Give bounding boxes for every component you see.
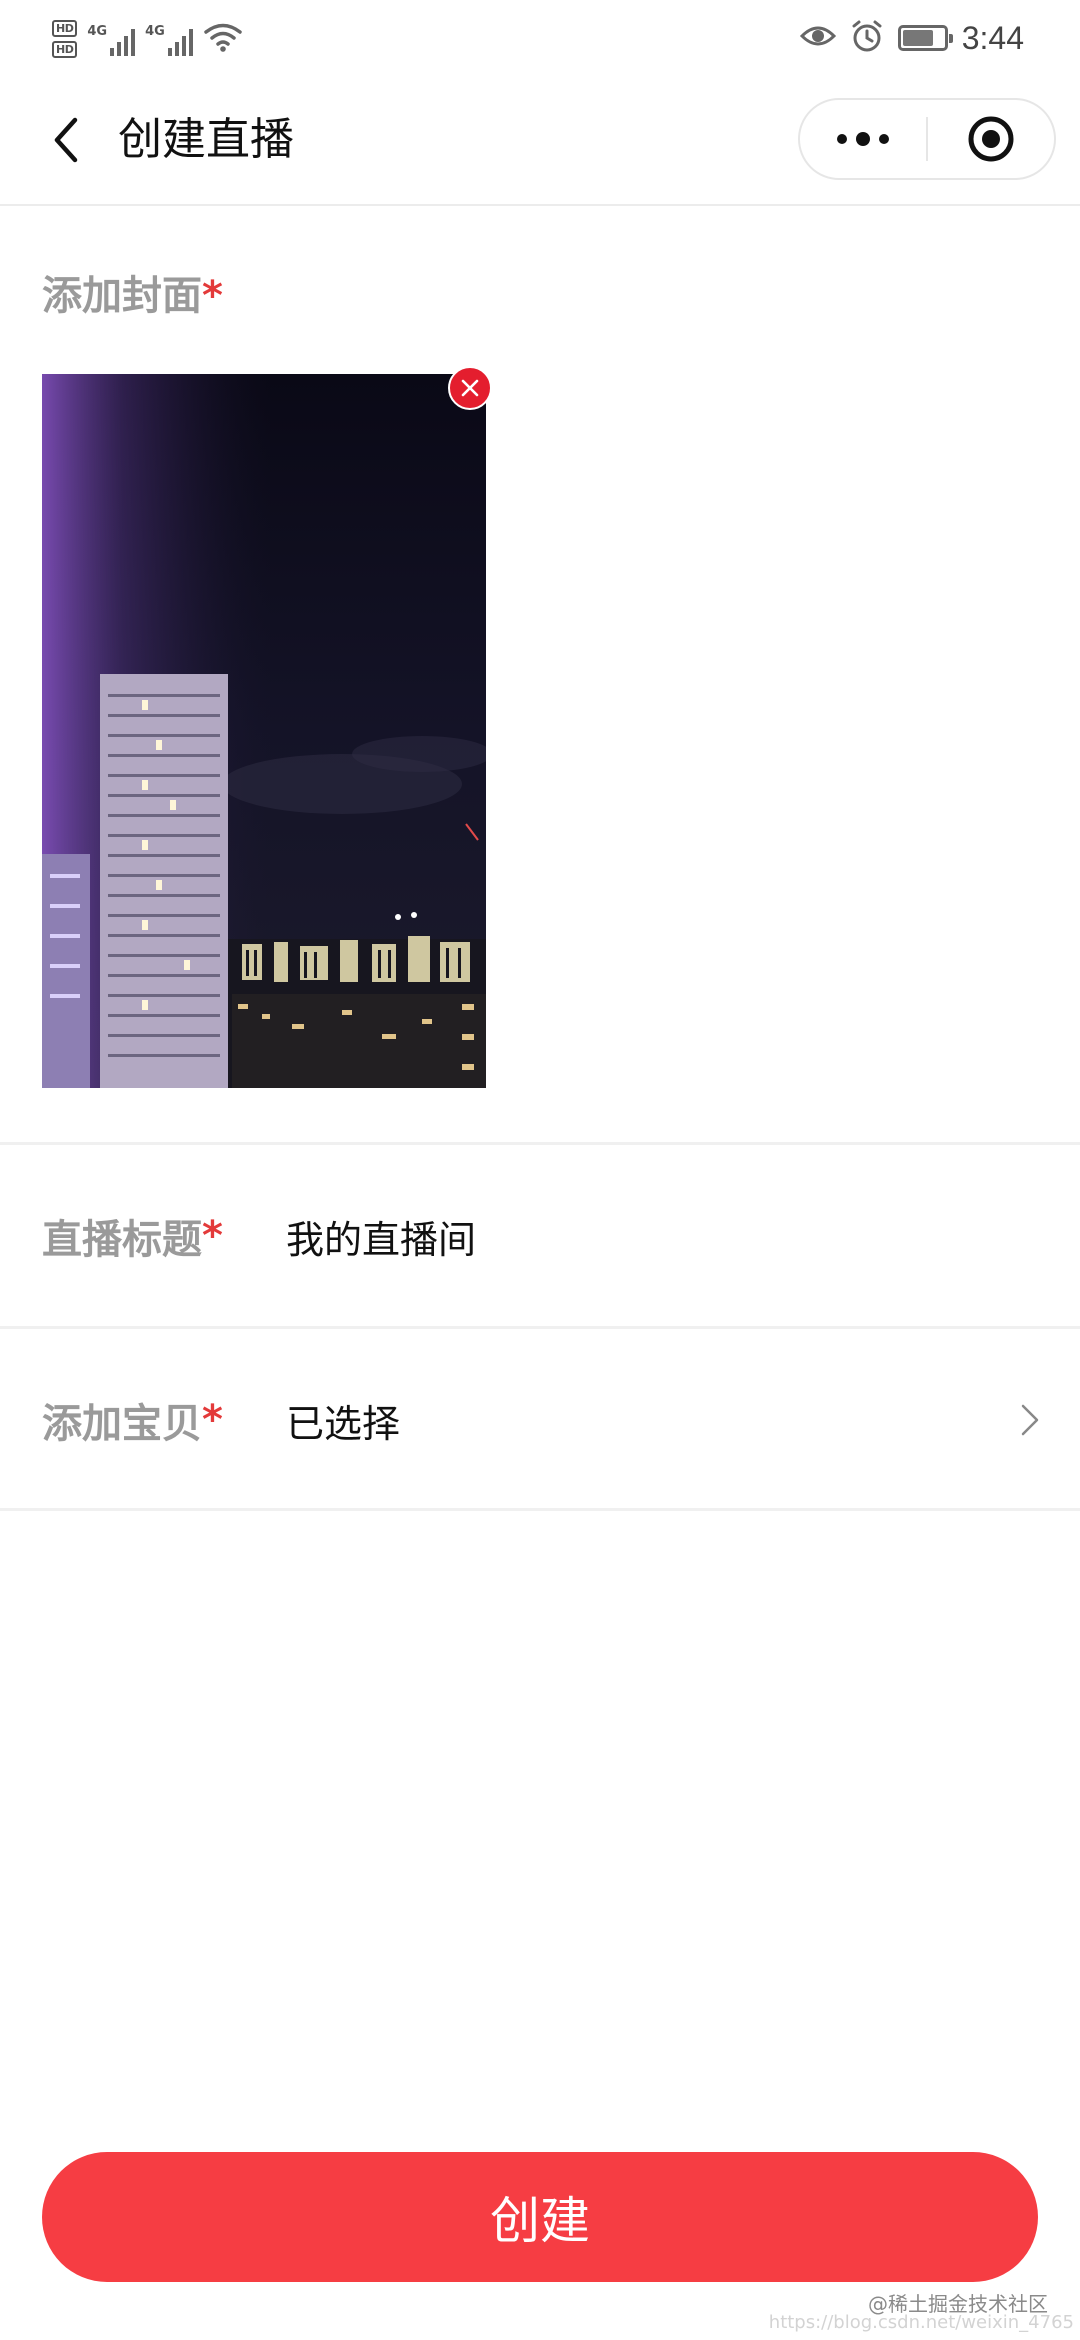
battery-level	[902, 30, 933, 46]
cover-label-text: 添加封面	[42, 273, 202, 319]
watermark-url: https://blog.csdn.net/weixin_4765	[768, 2312, 1074, 2333]
more-dots-icon	[837, 132, 889, 146]
eye-icon	[799, 22, 836, 54]
section-divider	[0, 1142, 1080, 1145]
network-type-1: 4G	[87, 24, 108, 39]
required-mark: *	[202, 273, 223, 319]
live-title-label: 直播标题 *	[42, 1213, 223, 1263]
battery-icon	[897, 25, 953, 51]
goods-selected-value: 已选择	[286, 1401, 401, 1446]
nav-bar: 创建直播	[0, 76, 1080, 206]
create-button[interactable]: 创建	[42, 2152, 1038, 2282]
back-button[interactable]	[36, 108, 96, 172]
status-left: HD HD 4G 4G	[52, 14, 243, 64]
status-time: 3:44	[961, 19, 1024, 56]
add-goods-label: 添加宝贝 *	[42, 1397, 223, 1447]
chevron-right-icon	[1020, 1330, 1040, 1510]
hd-badge-2: HD	[52, 41, 78, 58]
hd-badge-1: HD	[52, 20, 78, 37]
signal-2: 4G	[145, 22, 193, 56]
signal-bars-icon	[167, 26, 193, 56]
more-button[interactable]	[800, 100, 926, 178]
cover-image-container	[42, 366, 492, 1088]
live-title-input[interactable]: 我的直播间	[286, 1146, 476, 1326]
row-divider	[0, 1326, 1080, 1329]
cover-image[interactable]	[42, 374, 486, 1088]
required-mark: *	[202, 1397, 223, 1443]
page-title: 创建直播	[118, 114, 294, 165]
close-target-icon	[968, 116, 1014, 162]
signal-bars-icon	[110, 26, 136, 56]
remove-cover-button[interactable]	[448, 366, 492, 410]
required-mark: *	[202, 1213, 223, 1259]
remove-x-icon	[461, 379, 479, 397]
mini-program-capsule	[798, 98, 1056, 180]
status-right: 3:44	[799, 14, 1024, 62]
back-arrow-icon	[54, 117, 78, 163]
cover-section-label: 添加封面*	[42, 268, 223, 332]
close-mini-program-button[interactable]	[928, 100, 1054, 178]
row-divider	[0, 1508, 1080, 1511]
add-goods-row[interactable]: 添加宝贝 * 已选择	[0, 1330, 1080, 1510]
status-bar: HD HD 4G 4G 3:44	[0, 0, 1080, 76]
network-type-2: 4G	[145, 24, 165, 39]
wifi-icon	[203, 21, 243, 57]
live-title-row: 直播标题 * 我的直播间	[0, 1146, 1080, 1326]
alarm-icon	[850, 19, 884, 57]
signal-1: 4G	[87, 22, 136, 56]
hd-indicators: HD HD	[52, 20, 78, 58]
